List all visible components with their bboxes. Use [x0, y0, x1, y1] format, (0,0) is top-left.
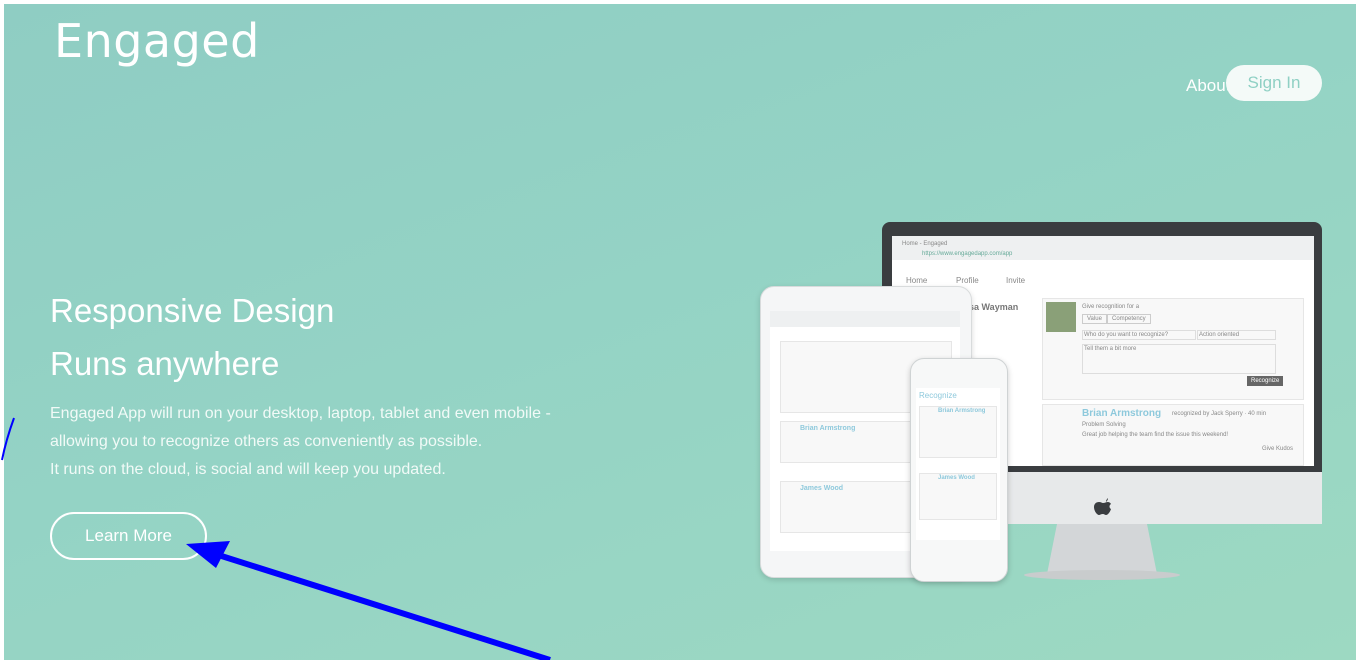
phone-feed-name-2: James Wood	[938, 475, 975, 481]
description-line: It runs on the cloud, is social and will…	[50, 461, 446, 478]
description-line: allowing you to recognize others as conv…	[50, 433, 483, 450]
brand-logo[interactable]: Engaged	[54, 14, 260, 68]
mock-message-field: Tell them a bit more	[1082, 344, 1276, 374]
browser-address: https://www.engagedapp.com/app	[922, 251, 1013, 257]
description-line: Engaged App will run on your desktop, la…	[50, 405, 551, 422]
phone-feed-name: Brian Armstrong	[938, 408, 986, 414]
apple-logo-icon	[1094, 498, 1111, 515]
mock-tab-profile: Profile	[956, 276, 979, 285]
mock-who-field: Who do you want to recognize?	[1082, 330, 1196, 340]
mock-feed-name: Brian Armstrong	[1082, 408, 1162, 419]
mock-competency-button: Competency	[1107, 314, 1151, 324]
mock-value-button: Value	[1082, 314, 1107, 324]
mock-tab-home: Home	[906, 276, 928, 285]
mock-recognize-button: Recognize	[1247, 376, 1284, 386]
mock-give-recognition: Give recognition for a	[1082, 304, 1140, 310]
nav-about-link[interactable]: About	[1186, 76, 1230, 96]
hero-section: Engaged About Sign In Responsive Design …	[4, 4, 1356, 660]
phone-screen: Recognize Brian Armstrong James Wood	[916, 388, 1000, 540]
mock-action-select: Action oriented	[1197, 330, 1276, 340]
mock-tab-invite: Invite	[1006, 276, 1026, 285]
hero-description: Engaged App will run on your desktop, la…	[50, 400, 551, 484]
mock-give-kudos: Give Kudos	[1262, 446, 1294, 452]
device-mockup-image: Home - Engaged https://www.engagedapp.co…	[754, 216, 1324, 586]
browser-tab: Home - Engaged	[902, 241, 948, 247]
tablet-feed-name: Brian Armstrong	[800, 425, 856, 432]
learn-more-button[interactable]: Learn More	[50, 512, 207, 560]
tablet-feed-name-2: James Wood	[800, 485, 844, 492]
mock-feed-meta: recognized by Jack Sperry · 40 min	[1172, 411, 1267, 417]
hero-headline: Responsive Design	[50, 292, 335, 329]
phone-recognize-title: Recognize	[919, 391, 957, 400]
mock-feed-tag: Problem Solving	[1082, 422, 1126, 428]
mock-feed-text: Great job helping the team find the issu…	[1082, 432, 1229, 438]
hero-subheadline: Runs anywhere	[50, 345, 280, 382]
sign-in-button[interactable]: Sign In	[1226, 65, 1322, 101]
